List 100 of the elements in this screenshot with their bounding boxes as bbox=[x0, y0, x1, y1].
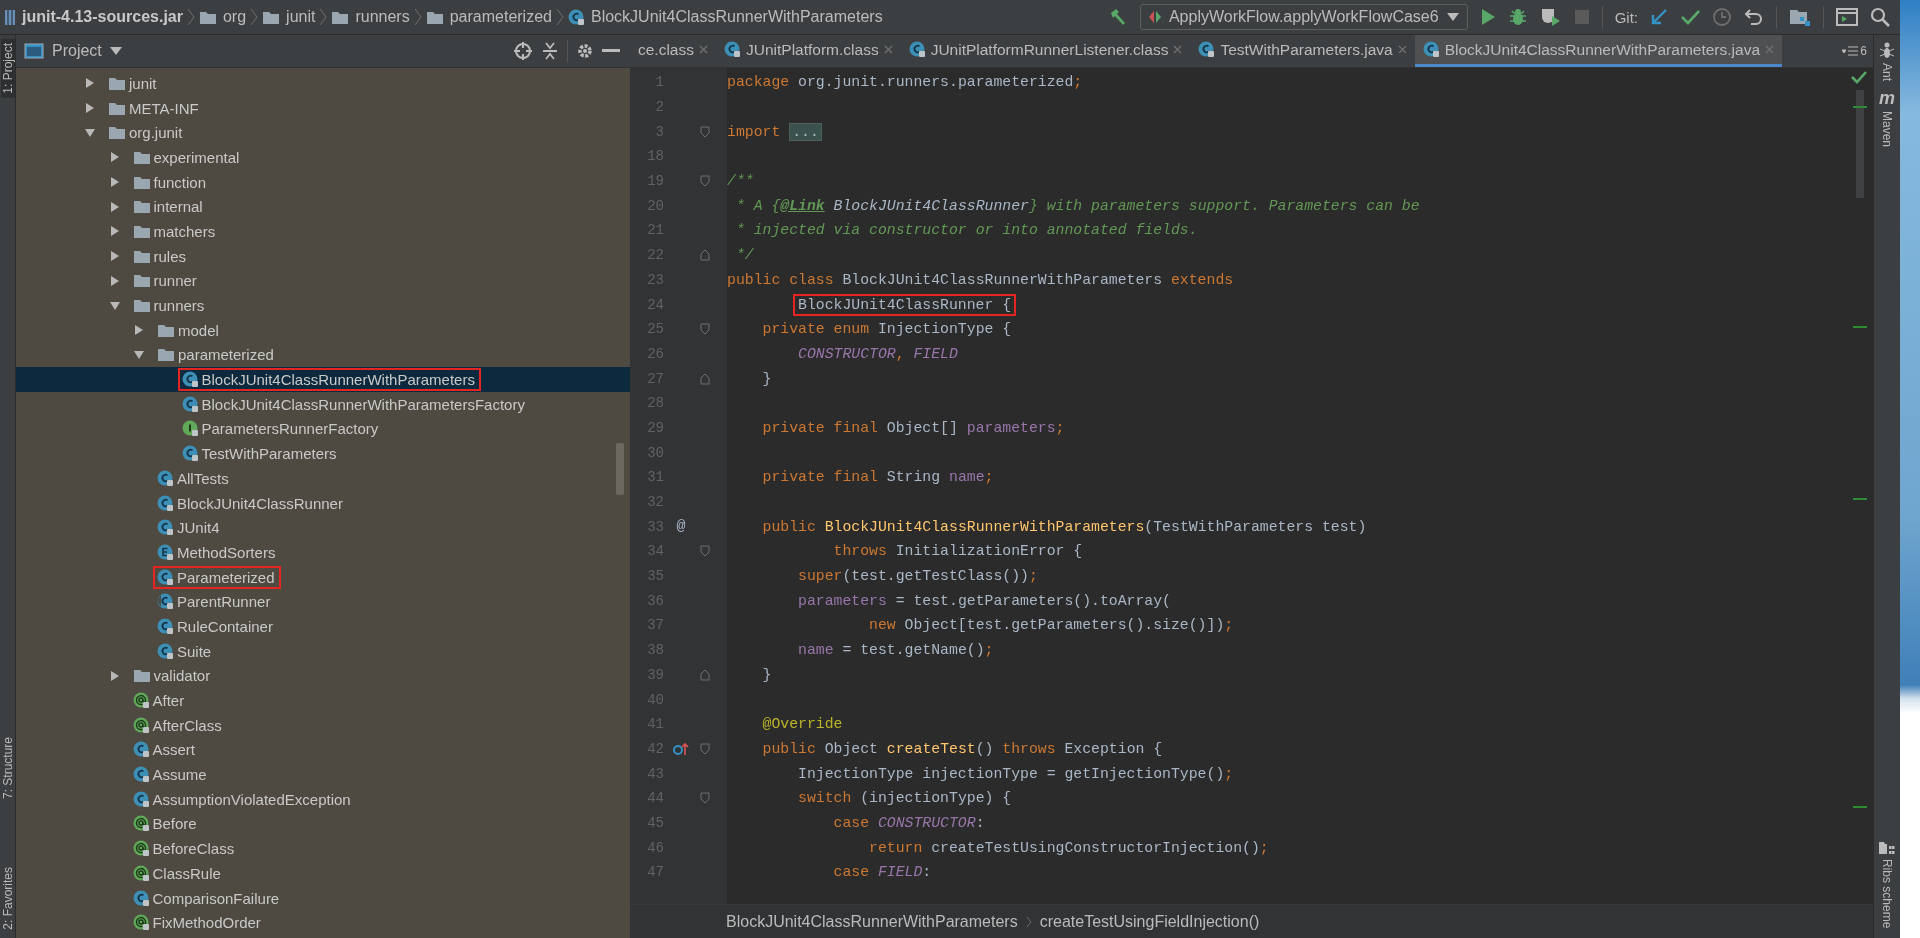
fold-start-icon[interactable] bbox=[700, 125, 710, 138]
collapse-all-icon[interactable] bbox=[541, 41, 559, 61]
tree-item[interactable]: runner bbox=[16, 268, 630, 294]
tree-item[interactable]: ParentRunner bbox=[16, 589, 630, 615]
fold-end-icon[interactable] bbox=[700, 372, 710, 385]
tree-item[interactable]: validator bbox=[16, 663, 630, 689]
undo-icon[interactable] bbox=[1744, 7, 1764, 27]
tool-window-tab[interactable]: 1: Project bbox=[0, 39, 15, 98]
fold-start-icon[interactable] bbox=[700, 742, 710, 755]
tree-item[interactable]: AllTests bbox=[16, 466, 630, 491]
collapsed-arrow-icon[interactable] bbox=[108, 176, 121, 189]
close-icon[interactable] bbox=[1397, 45, 1407, 54]
tree-item[interactable]: internal bbox=[16, 194, 630, 220]
tool-window-tab[interactable]: Ant bbox=[1879, 37, 1895, 85]
tree-item[interactable]: BlockJUnit4ClassRunnerWithParameters bbox=[16, 367, 630, 392]
breadcrumb-item[interactable]: junit bbox=[262, 8, 316, 26]
tree-item[interactable]: TestWithParameters bbox=[16, 441, 630, 466]
tool-window-tab[interactable]: Ribs scheme bbox=[1879, 836, 1895, 932]
scrollbar-thumb[interactable] bbox=[616, 443, 624, 495]
panel-title[interactable]: Project bbox=[52, 42, 102, 60]
tree-item[interactable]: ParametersRunnerFactory bbox=[16, 416, 630, 442]
run-icon[interactable] bbox=[1479, 8, 1496, 26]
collapsed-arrow-icon[interactable] bbox=[108, 225, 121, 238]
tree-item[interactable]: META-INF bbox=[16, 95, 630, 121]
tool-window-tab[interactable]: 2: Favorites bbox=[0, 863, 15, 934]
tree-item[interactable]: model bbox=[16, 317, 630, 343]
tree-item[interactable]: Assume bbox=[16, 762, 630, 787]
window-icon[interactable] bbox=[1836, 7, 1858, 27]
minimize-icon[interactable] bbox=[602, 49, 620, 53]
breadcrumb-item[interactable]: org bbox=[198, 8, 247, 26]
expanded-arrow-icon[interactable] bbox=[108, 299, 121, 312]
tree-item[interactable]: junit bbox=[16, 71, 630, 96]
breadcrumb-item[interactable]: runners bbox=[331, 8, 410, 26]
tool-window-tab[interactable]: m Maven bbox=[1879, 85, 1895, 152]
collapsed-arrow-icon[interactable] bbox=[108, 250, 121, 263]
editor-tab[interactable]: JUnitPlatformRunnerListener.class bbox=[900, 35, 1191, 67]
dropdown-caret-icon[interactable] bbox=[109, 47, 122, 55]
editor-tab[interactable]: TestWithParameters.java bbox=[1190, 35, 1415, 67]
run-configuration-dropdown[interactable]: ApplyWorkFlow.applyWorkFlowCase6 bbox=[1139, 4, 1468, 30]
gutter-marker[interactable]: @ bbox=[676, 518, 686, 536]
tree-item[interactable]: Suite bbox=[16, 638, 630, 664]
settings-icon[interactable] bbox=[576, 42, 594, 60]
close-icon[interactable] bbox=[699, 45, 708, 54]
collapsed-arrow-icon[interactable] bbox=[133, 324, 145, 337]
editor-tab[interactable]: JUnitPlatform.class bbox=[716, 35, 901, 67]
bug-icon[interactable] bbox=[1507, 7, 1528, 27]
expanded-arrow-icon[interactable] bbox=[133, 348, 145, 361]
fold-end-icon[interactable] bbox=[700, 249, 710, 262]
coverage-icon[interactable] bbox=[1539, 7, 1562, 27]
fold-end-icon[interactable] bbox=[700, 668, 710, 681]
fold-start-icon[interactable] bbox=[700, 175, 710, 188]
tree-item[interactable]: JUnit4 bbox=[16, 515, 630, 541]
tree-item[interactable]: ClassRule bbox=[16, 861, 630, 886]
tree-item[interactable]: Before bbox=[16, 811, 630, 837]
scrollbar-thumb[interactable] bbox=[1856, 90, 1864, 198]
tree-item[interactable]: FixMethodOrder bbox=[16, 910, 630, 936]
project-structure-icon[interactable] bbox=[1789, 7, 1811, 27]
close-icon[interactable] bbox=[883, 45, 893, 54]
folded-code-button[interactable]: ... bbox=[789, 122, 822, 141]
collapsed-arrow-icon[interactable] bbox=[84, 77, 96, 90]
tree-item[interactable]: matchers bbox=[16, 219, 630, 244]
tree-item[interactable]: BlockJUnit4ClassRunnerWithParametersFactory bbox=[16, 391, 630, 417]
tree-item[interactable]: rules bbox=[16, 243, 630, 269]
change-marker[interactable] bbox=[1853, 498, 1867, 500]
tree-item[interactable]: parameterized bbox=[16, 342, 630, 368]
locate-icon[interactable] bbox=[513, 41, 533, 61]
update-arrow-icon[interactable] bbox=[1650, 8, 1668, 26]
tree-item[interactable]: AfterClass bbox=[16, 712, 630, 738]
override-marker-icon[interactable] bbox=[673, 741, 689, 756]
breadcrumb-item[interactable]: BlockJUnit4ClassRunnerWithParameters bbox=[726, 912, 1018, 931]
tree-item[interactable]: function bbox=[16, 169, 630, 195]
fold-start-icon[interactable] bbox=[700, 323, 710, 336]
fold-start-icon[interactable] bbox=[700, 792, 710, 805]
fold-start-icon[interactable] bbox=[700, 545, 710, 558]
editor-tab[interactable]: BlockJUnit4ClassRunnerWithParameters.java bbox=[1414, 35, 1782, 67]
tree-item[interactable]: MethodSorters bbox=[16, 540, 630, 565]
tree-item[interactable]: org.junit bbox=[16, 120, 630, 146]
tree-item[interactable]: runners bbox=[16, 293, 630, 318]
tree-item[interactable]: RuleContainer bbox=[16, 614, 630, 639]
tool-window-tab[interactable]: 7: Structure bbox=[0, 733, 15, 804]
tree-item[interactable]: BeforeClass bbox=[16, 836, 630, 861]
collapsed-arrow-icon[interactable] bbox=[84, 102, 96, 115]
tree-item[interactable]: BlockJUnit4ClassRunner bbox=[16, 490, 630, 516]
search-icon[interactable] bbox=[1870, 7, 1890, 27]
collapsed-arrow-icon[interactable] bbox=[108, 151, 121, 164]
tab-overflow-button[interactable]: 6 bbox=[1836, 35, 1873, 67]
breadcrumb-item[interactable]: createTestUsingFieldInjection() bbox=[1039, 912, 1260, 931]
tree-item[interactable]: experimental bbox=[16, 145, 630, 170]
expanded-arrow-icon[interactable] bbox=[84, 126, 96, 139]
tree-item[interactable]: Assert bbox=[16, 737, 630, 763]
tree-item[interactable]: Parameterized bbox=[16, 564, 630, 590]
tree-item[interactable]: After bbox=[16, 688, 630, 713]
checkmark-icon[interactable] bbox=[1680, 8, 1700, 26]
close-icon[interactable] bbox=[1173, 45, 1183, 54]
clock-icon[interactable] bbox=[1712, 7, 1732, 27]
collapsed-arrow-icon[interactable] bbox=[108, 274, 121, 287]
collapsed-arrow-icon[interactable] bbox=[108, 200, 121, 213]
change-marker[interactable] bbox=[1853, 806, 1867, 808]
breadcrumb-item[interactable]: parameterized bbox=[425, 8, 552, 26]
tree-item[interactable]: ComparisonFailure bbox=[16, 885, 630, 911]
